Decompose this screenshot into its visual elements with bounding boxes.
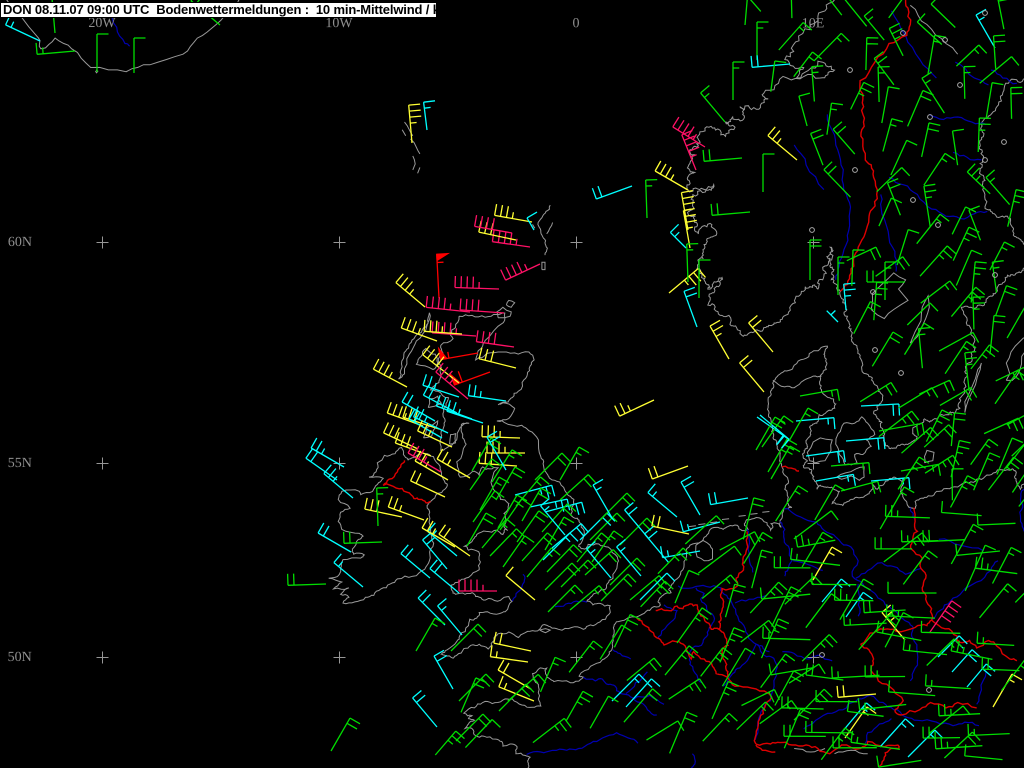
svg-text:0: 0 bbox=[572, 16, 579, 31]
svg-text:55N: 55N bbox=[8, 456, 32, 471]
svg-text:50N: 50N bbox=[8, 650, 32, 665]
svg-text:60N: 60N bbox=[8, 235, 32, 250]
svg-text:20W: 20W bbox=[88, 16, 116, 31]
svg-text:10W: 10W bbox=[325, 16, 353, 31]
